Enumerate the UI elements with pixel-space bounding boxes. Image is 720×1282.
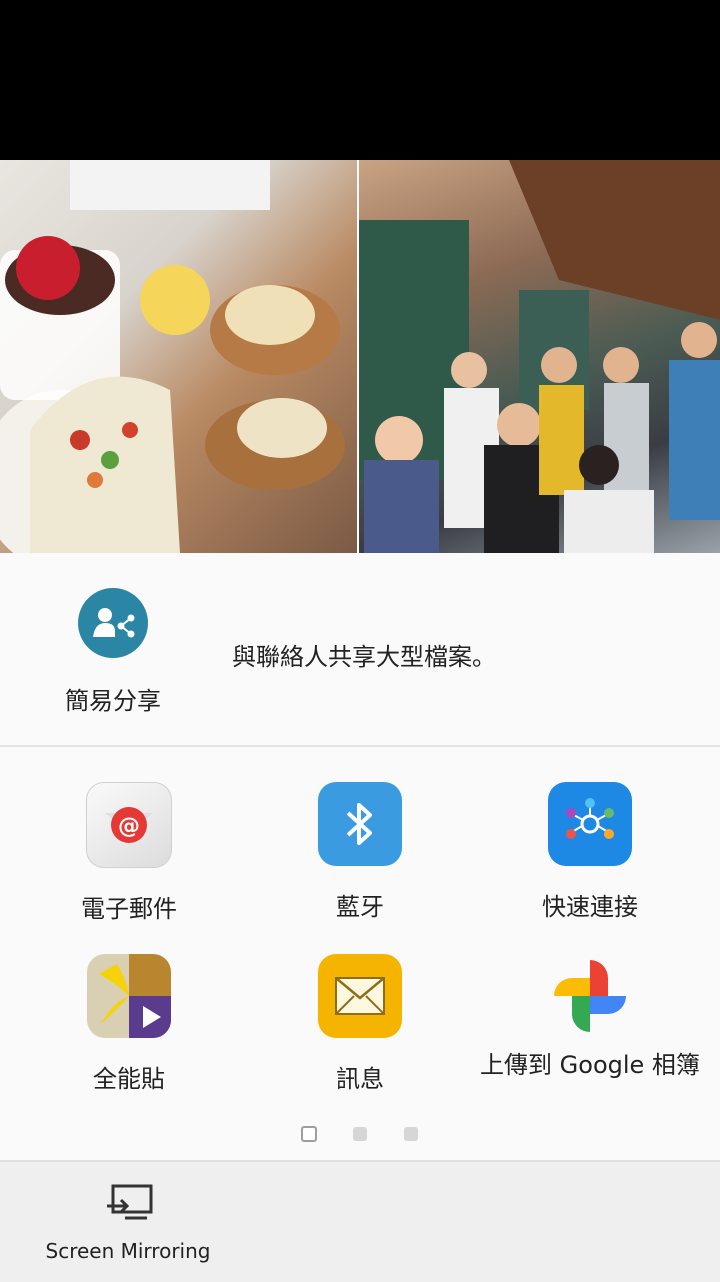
share-sheet: 簡易分享 與聯絡人共享大型檔案。 @ 電子郵件 藍牙 快速連接 全能貼 訊息 上… <box>0 553 720 1282</box>
scrapbook-icon <box>87 954 171 1038</box>
messages-icon <box>318 954 402 1038</box>
app-label: 藍牙 <box>336 893 384 921</box>
email-icon: @ <box>86 782 172 868</box>
selected-photos <box>0 160 720 553</box>
screen-mirroring-label: Screen Mirroring <box>45 1239 211 1263</box>
app-label: 上傳到 Google 相簿 <box>480 1051 700 1079</box>
photo-food <box>0 160 358 553</box>
page-dot[interactable] <box>404 1127 418 1141</box>
app-email[interactable]: @ 電子郵件 <box>14 782 244 924</box>
bluetooth-icon <box>318 782 402 866</box>
quick-connect-icon <box>548 782 632 866</box>
app-label: 訊息 <box>336 1065 384 1093</box>
food-illustration <box>0 160 345 553</box>
easy-share-icon[interactable] <box>78 588 148 658</box>
photo-event <box>359 160 720 553</box>
page-dot-active[interactable] <box>301 1126 317 1142</box>
screen-mirroring-bar[interactable]: Screen Mirroring <box>0 1160 720 1282</box>
app-label: 全能貼 <box>93 1065 165 1093</box>
app-label: 電子郵件 <box>81 895 177 923</box>
status-area <box>0 0 720 160</box>
divider <box>0 745 720 747</box>
screen-mirroring-icon[interactable] <box>105 1182 155 1224</box>
app-bluetooth[interactable]: 藍牙 <box>245 782 475 922</box>
easy-share-label: 簡易分享 <box>65 687 161 715</box>
svg-text:@: @ <box>118 814 140 839</box>
easy-share-description: 與聯絡人共享大型檔案。 <box>232 643 496 671</box>
app-quick-connect[interactable]: 快速連接 <box>475 782 705 922</box>
easy-share-row[interactable]: 簡易分享 與聯絡人共享大型檔案。 <box>0 553 720 745</box>
app-scrapbook[interactable]: 全能貼 <box>14 954 244 1094</box>
google-photos-icon <box>548 954 632 1038</box>
event-illustration <box>359 160 720 553</box>
app-google-photos[interactable]: 上傳到 Google 相簿 <box>475 954 705 1080</box>
app-label: 快速連接 <box>542 893 638 921</box>
page-indicator <box>0 1126 720 1146</box>
page-dot[interactable] <box>353 1127 367 1141</box>
app-messages[interactable]: 訊息 <box>245 954 475 1094</box>
